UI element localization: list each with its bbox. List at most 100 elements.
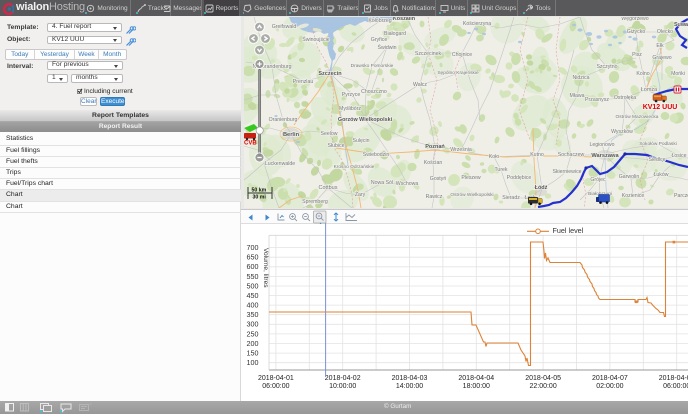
svg-text:Suwałki: Suwałki (674, 22, 688, 28)
svg-text:Sulęcin: Sulęcin (352, 138, 369, 144)
svg-text:Spremberg: Spremberg (302, 199, 328, 205)
svg-text:Warszawa: Warszawa (591, 153, 619, 159)
svg-text:Legionowo: Legionowo (589, 142, 614, 148)
svg-text:2018-04-07: 2018-04-07 (592, 375, 628, 382)
svg-text:Wyszków: Wyszków (611, 129, 633, 135)
svg-text:Słubice: Słubice (327, 143, 344, 149)
svg-text:Seelow: Seelow (320, 131, 337, 137)
svg-text:Nidzica: Nidzica (572, 75, 589, 81)
svg-text:Garwolin: Garwolin (619, 174, 640, 180)
svg-text:Przasnysz: Przasnysz (585, 97, 609, 103)
svg-text:Olecko: Olecko (657, 29, 673, 35)
svg-text:02:00:00: 02:00:00 (596, 383, 623, 390)
svg-text:KV12 UUU: KV12 UUU (643, 104, 678, 111)
svg-text:06:00:00: 06:00:00 (663, 383, 688, 390)
svg-text:150: 150 (247, 349, 259, 358)
svg-text:Skierniewice: Skierniewice (552, 169, 581, 175)
svg-text:Choszczno: Choszczno (361, 89, 387, 95)
svg-text:Pisz: Pisz (632, 52, 642, 58)
svg-text:Szczytno: Szczytno (596, 64, 617, 70)
svg-text:Nowa Sól: Nowa Sól (371, 180, 393, 186)
svg-text:Ostrów Mazowiecka: Ostrów Mazowiecka (616, 114, 659, 120)
svg-text:350: 350 (247, 310, 259, 319)
svg-text:Mońki: Mońki (671, 71, 685, 77)
svg-text:Łuków: Łuków (654, 172, 669, 178)
svg-text:Oranienburg: Oranienburg (269, 117, 298, 123)
svg-text:Białogard: Białogard (384, 31, 406, 37)
svg-text:Kołobrzeg: Kołobrzeg (368, 18, 391, 24)
svg-text:Września: Września (450, 147, 472, 153)
svg-text:Pyrzyce: Pyrzyce (342, 92, 361, 98)
svg-text:Grajewo: Grajewo (652, 55, 671, 61)
svg-text:Kościerzyna: Kościerzyna (463, 21, 491, 27)
svg-text:06:00:00: 06:00:00 (262, 383, 289, 390)
svg-text:Ostrów Wielkopolski: Ostrów Wielkopolski (450, 192, 493, 198)
svg-text:Kozienice: Kozienice (622, 193, 645, 199)
svg-text:Łomża: Łomża (641, 87, 658, 93)
svg-text:Fuel level: Fuel level (553, 226, 584, 235)
svg-text:Węgorzewo: Węgorzewo (621, 17, 649, 22)
svg-text:Koszalin: Koszalin (393, 17, 415, 22)
svg-text:Greifswald: Greifswald (272, 24, 297, 30)
svg-text:18:00:00: 18:00:00 (463, 383, 490, 390)
svg-text:Rawicz: Rawicz (426, 194, 443, 200)
svg-text:Grójec: Grójec (590, 177, 606, 183)
svg-text:Ełk: Ełk (656, 43, 664, 49)
svg-text:Wschowa: Wschowa (396, 181, 419, 187)
svg-text:Świebodzin: Świebodzin (363, 150, 390, 158)
svg-text:Wałcz: Wałcz (413, 82, 427, 88)
svg-text:Sępólno Krajeńskie: Sępólno Krajeńskie (437, 70, 479, 76)
svg-text:Berlin: Berlin (283, 132, 300, 138)
svg-text:10:00:00: 10:00:00 (329, 383, 356, 390)
svg-text:Gryfice: Gryfice (371, 37, 388, 43)
svg-text:2018-04-03: 2018-04-03 (392, 375, 428, 382)
svg-text:14:00:00: 14:00:00 (396, 383, 423, 390)
svg-text:Sochaczew: Sochaczew (558, 152, 585, 158)
svg-text:Krosno Odrzańskie: Krosno Odrzańskie (334, 164, 375, 170)
svg-text:Gorzów Wielkopolski: Gorzów Wielkopolski (338, 117, 393, 123)
svg-text:Łódź: Łódź (535, 185, 548, 191)
svg-text:300: 300 (247, 320, 259, 329)
svg-text:Łosice: Łosice (672, 153, 687, 159)
svg-text:2018-04-02: 2018-04-02 (325, 375, 361, 382)
svg-text:Koło: Koło (489, 154, 499, 160)
svg-text:2018-04-05: 2018-04-05 (525, 375, 561, 382)
svg-text:Świnoujście: Świnoujście (302, 35, 330, 43)
svg-text:2018-04-01: 2018-04-01 (258, 375, 294, 382)
svg-text:Poddębice: Poddębice (507, 175, 532, 181)
svg-text:Kolno: Kolno (636, 71, 649, 77)
svg-text:200: 200 (247, 339, 259, 348)
svg-text:Sieradz: Sieradz (502, 195, 520, 201)
svg-text:Szczecin: Szczecin (318, 71, 342, 77)
svg-text:Luckenwalde: Luckenwalde (265, 161, 295, 167)
svg-text:CVB: CVB (244, 141, 257, 147)
svg-text:50 km: 50 km (252, 188, 267, 194)
svg-text:30 mi: 30 mi (253, 195, 267, 201)
svg-text:Poznań: Poznań (425, 144, 445, 150)
svg-text:700: 700 (247, 243, 259, 252)
svg-text:Ostrołęka: Ostrołęka (614, 95, 636, 101)
svg-text:650: 650 (247, 253, 259, 262)
svg-text:22:00:00: 22:00:00 (529, 383, 556, 390)
svg-text:Chojnice: Chojnice (452, 52, 472, 58)
svg-text:250: 250 (247, 329, 259, 338)
svg-text:600: 600 (247, 262, 259, 271)
svg-text:Volume, litres: Volume, litres (262, 248, 269, 288)
svg-text:500: 500 (247, 281, 259, 290)
svg-text:Cottbus: Cottbus (319, 185, 338, 191)
svg-text:Drawsko Pomorskie: Drawsko Pomorskie (351, 63, 394, 69)
svg-text:450: 450 (247, 291, 259, 300)
svg-text:Szczecinek: Szczecinek (415, 51, 442, 57)
svg-text:Giżycko: Giżycko (627, 29, 646, 35)
svg-text:Prenzlau: Prenzlau (293, 79, 314, 85)
svg-text:Gostyń: Gostyń (430, 176, 447, 182)
svg-text:Parczew: Parczew (674, 193, 688, 199)
svg-text:Pleszew: Pleszew (461, 175, 481, 181)
svg-text:Siedlce: Siedlce (648, 157, 665, 163)
svg-text:Kutno: Kutno (530, 152, 544, 158)
svg-text:Kościan: Kościan (424, 160, 443, 166)
svg-text:550: 550 (247, 272, 259, 281)
svg-text:Sokołów Podlaski: Sokołów Podlaski (639, 141, 677, 147)
svg-text:Myślibórz: Myślibórz (339, 106, 361, 112)
svg-text:2018-04-08: 2018-04-08 (659, 375, 688, 382)
